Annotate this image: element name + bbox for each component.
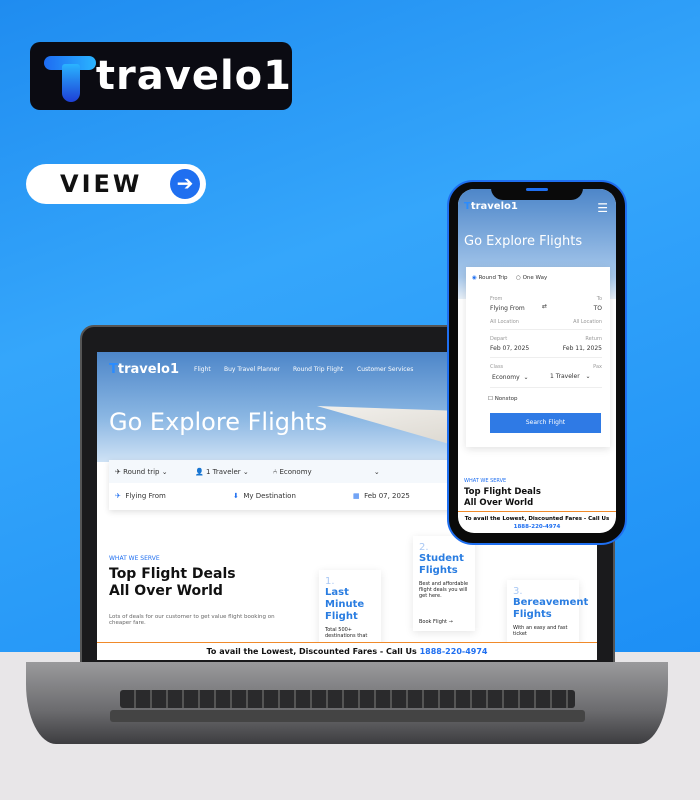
brand-logo: travelo1 (30, 42, 292, 110)
section-title: Top Flight Deals All Over World (109, 566, 236, 599)
book-flight-link[interactable]: Book Flight → (419, 619, 469, 625)
section-title: Top Flight Deals All Over World (464, 487, 541, 508)
pax-select[interactable]: 1 Traveler ⌄ (550, 373, 590, 380)
section-description: Lots of deals for our customer to get va… (109, 614, 275, 626)
return-input[interactable]: Feb 11, 2025 (563, 345, 602, 352)
depart-input[interactable]: Feb 07, 2025 (490, 345, 529, 352)
to-label: To (596, 296, 602, 302)
logo-text: travelo1 (95, 53, 292, 99)
keyboard (120, 690, 575, 708)
swap-icon[interactable]: ⇄ (542, 303, 547, 310)
class-select[interactable]: ⑃ Economy ⌄ (273, 468, 380, 476)
arrow-right-icon: ➔ (170, 169, 200, 199)
view-label: VIEW (60, 170, 143, 198)
search-form: ◉ Round Trip ○ One Way From To Flying Fr… (466, 267, 610, 447)
section-eyebrow: WHAT WE SERVE (109, 555, 160, 562)
class-label: Class (490, 364, 504, 370)
hero-headline: Go Explore Flights (109, 408, 328, 436)
nonstop-checkbox[interactable]: ☐ Nonstop (488, 396, 518, 402)
from-input[interactable]: Flying From (490, 305, 525, 312)
nav-customer-services[interactable]: Customer Services (357, 366, 413, 373)
travelers-select[interactable]: 👤 1 Traveler ⌄ (195, 468, 249, 476)
depart-label: Depart (490, 336, 508, 342)
site-logo[interactable]: Ttravelo1 (109, 362, 179, 377)
phone-link[interactable]: 1888-220-4974 (420, 647, 488, 656)
call-banner: To avail the Lowest, Discounted Fares - … (458, 511, 616, 533)
depart-date-input[interactable]: ▦ Feb 07, 2025 (353, 492, 410, 500)
nav-flight[interactable]: Flight (194, 366, 211, 373)
nav-travel-planner[interactable]: Buy Travel Planner (224, 366, 280, 373)
phone-notch (491, 184, 583, 200)
hero-headline: Go Explore Flights (464, 234, 583, 249)
logo-icon (42, 50, 96, 102)
deal-card[interactable]: 1. Last Minute Flight Total 500+ destinati… (319, 570, 381, 645)
menu-icon[interactable]: ☰ (597, 201, 608, 215)
from-label: From (490, 296, 503, 302)
from-input[interactable]: ✈ Flying From (115, 492, 166, 500)
phone-link[interactable]: 1888-220-4974 (458, 523, 616, 531)
nav-round-trip[interactable]: Round Trip Flight (293, 366, 343, 373)
class-select[interactable]: Economy ⌄ (492, 374, 528, 381)
trip-type-select[interactable]: ✈ Round trip ⌄ (115, 468, 168, 476)
call-banner: To avail the Lowest, Discounted Fares - … (97, 642, 597, 660)
pax-label: Pax (593, 364, 602, 370)
destination-input[interactable]: ⬇ My Destination (233, 492, 296, 500)
mobile-site: Ttravelo1 ☰ Go Explore Flights ◉ Round T… (458, 189, 616, 533)
radio-one-way[interactable]: ○ One Way (516, 275, 547, 281)
search-flight-button[interactable]: Search Flight (490, 413, 601, 433)
deal-card[interactable]: 3. Bereavement Flights With an easy and fa… (507, 580, 588, 643)
return-label: Return (585, 336, 602, 342)
to-sub: All Location (573, 319, 602, 325)
section-eyebrow: WHAT WE SERVE (464, 478, 507, 484)
keyboard (110, 710, 585, 722)
from-sub: All Location (490, 319, 519, 325)
radio-round-trip[interactable]: ◉ Round Trip (472, 275, 508, 281)
site-logo[interactable]: Ttravelo1 (464, 201, 518, 212)
view-button[interactable]: VIEW ➔ (26, 164, 206, 204)
to-input[interactable]: TO (594, 305, 602, 312)
deal-card[interactable]: 2. Student Flights Best and affordable fli… (413, 536, 475, 631)
